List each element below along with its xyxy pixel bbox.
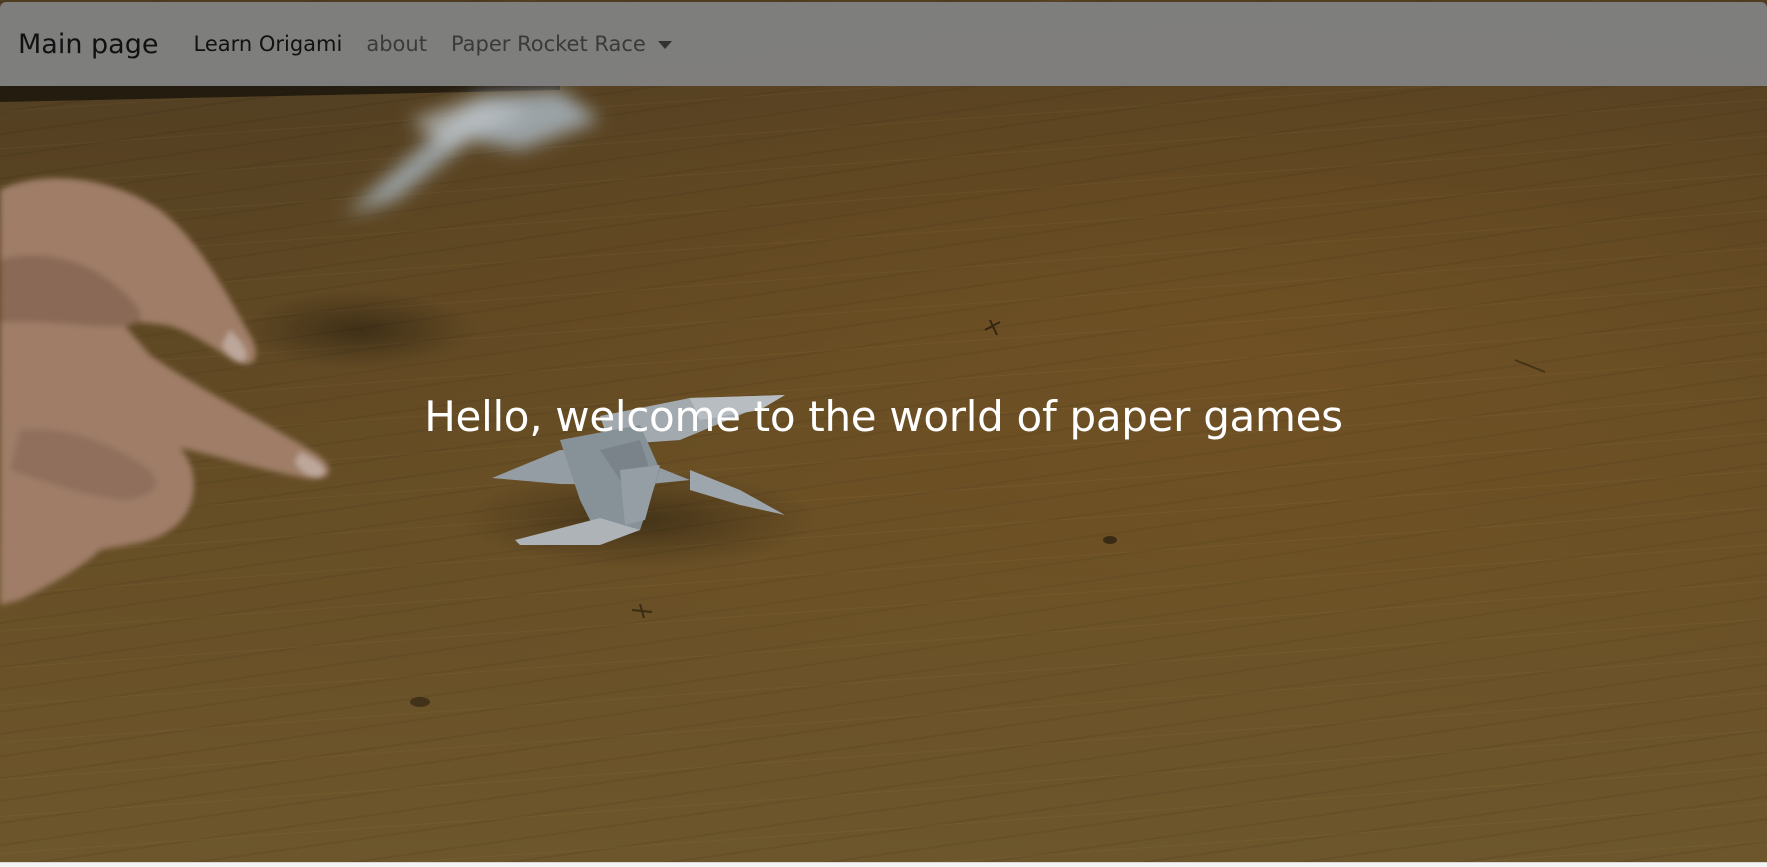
navbar: Main page Learn Origami about Paper Rock… — [0, 2, 1767, 86]
nav-links: Learn Origami about Paper Rocket Race — [193, 32, 672, 56]
brand-link[interactable]: Main page — [18, 29, 158, 60]
nav-link-about[interactable]: about — [366, 32, 427, 56]
page: Main page Learn Origami about Paper Rock… — [0, 0, 1767, 867]
dropdown-label: Paper Rocket Race — [450, 32, 646, 56]
caret-down-icon — [657, 41, 672, 49]
bottom-edge — [0, 862, 1767, 867]
nav-dropdown-paper-rocket-race[interactable]: Paper Rocket Race — [451, 32, 672, 56]
nav-link-learn-origami[interactable]: Learn Origami — [193, 32, 342, 56]
hero-headline: Hello, welcome to the world of paper gam… — [424, 392, 1343, 441]
